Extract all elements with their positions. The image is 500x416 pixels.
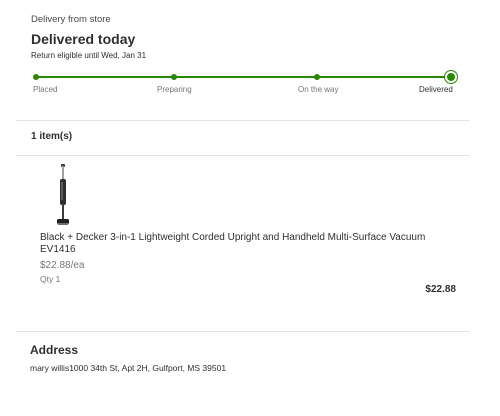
product-name-link[interactable]: Black + Decker 3-in-1 Lightweight Corded… [40,232,440,256]
return-eligibility-note: Return eligible until Wed, Jan 31 [31,51,147,60]
progress-line [36,76,450,78]
unit-price: $22.88/ea [40,260,85,271]
section-divider [16,155,470,156]
order-status-title: Delivered today [31,31,136,47]
delivery-type-label: Delivery from store [31,14,111,25]
item-quantity: Qty 1 [40,274,61,284]
order-status-header: Delivery from store Delivered today Retu… [31,14,471,61]
section-divider [16,120,470,121]
items-count-heading: 1 item(s) [31,131,73,142]
step-label-on-the-way: On the way [298,85,339,94]
step-label-placed: Placed [33,85,58,94]
address-heading: Address [30,343,79,357]
order-details-page: Delivery from store Delivered today Retu… [0,0,500,416]
step-dot-delivered [445,71,457,83]
item-total-price: $22.88 [425,284,456,295]
section-divider [16,331,470,332]
step-label-preparing: Preparing [157,85,192,94]
step-dot-placed [33,74,39,80]
stick-vacuum-image[interactable] [48,164,78,230]
delivery-address: mary willis1000 34th St, Apt 2H, Gulfpor… [30,363,227,373]
order-progress-tracker: Placed Preparing On the way Delivered [33,71,457,102]
step-dot-preparing [171,74,177,80]
step-dot-on-the-way [314,74,320,80]
stick-vacuum-icon [57,164,69,225]
step-label-delivered: Delivered [419,85,453,94]
